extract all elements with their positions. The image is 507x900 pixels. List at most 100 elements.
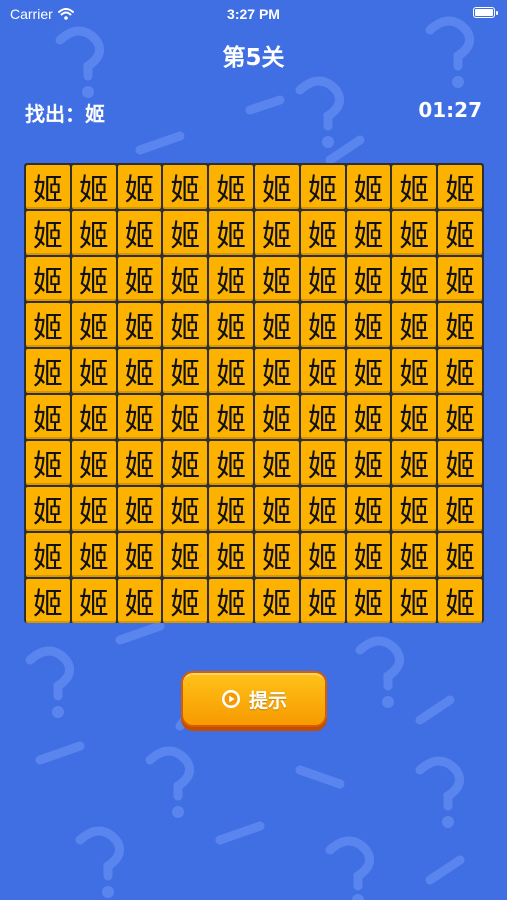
grid-tile[interactable]: 姬 xyxy=(438,395,482,439)
hint-button[interactable]: 提示 xyxy=(181,671,327,727)
grid-tile[interactable]: 姬 xyxy=(163,579,208,623)
grid-tile[interactable]: 姬 xyxy=(346,395,391,439)
grid-tile[interactable]: 姬 xyxy=(26,441,70,485)
grid-tile[interactable]: 姬 xyxy=(438,533,482,577)
grid-tile[interactable]: 姬 xyxy=(254,303,299,347)
grid-tile[interactable]: 姬 xyxy=(26,257,70,301)
grid-tile[interactable]: 姬 xyxy=(163,303,208,347)
grid-tile[interactable]: 姬 xyxy=(209,579,253,623)
grid-tile[interactable]: 姬 xyxy=(346,303,391,347)
grid-tile[interactable]: 姬 xyxy=(71,211,116,255)
grid-tile[interactable]: 姬 xyxy=(26,349,70,393)
grid-tile[interactable]: 姬 xyxy=(163,257,208,301)
grid-tile[interactable]: 姬 xyxy=(117,165,162,209)
grid-tile[interactable]: 姬 xyxy=(209,533,253,577)
grid-tile[interactable]: 姬 xyxy=(300,533,345,577)
grid-tile[interactable]: 姬 xyxy=(438,257,482,301)
grid-tile[interactable]: 姬 xyxy=(300,165,345,209)
grid-tile[interactable]: 姬 xyxy=(346,349,391,393)
grid-tile[interactable]: 姬 xyxy=(71,349,116,393)
grid-tile[interactable]: 姬 xyxy=(71,395,116,439)
grid-tile[interactable]: 姬 xyxy=(117,533,162,577)
grid-tile[interactable]: 姬 xyxy=(26,395,70,439)
grid-tile[interactable]: 姬 xyxy=(71,487,116,531)
grid-tile[interactable]: 姬 xyxy=(300,579,345,623)
grid-tile[interactable]: 姬 xyxy=(163,349,208,393)
grid-tile[interactable]: 姬 xyxy=(346,579,391,623)
grid-tile[interactable]: 姬 xyxy=(392,395,437,439)
grid-tile[interactable]: 姬 xyxy=(392,303,437,347)
grid-tile[interactable]: 姬 xyxy=(392,257,437,301)
grid-tile[interactable]: 姬 xyxy=(392,533,437,577)
grid-tile[interactable]: 姬 xyxy=(71,533,116,577)
grid-tile[interactable]: 姬 xyxy=(392,487,437,531)
grid-tile[interactable]: 姬 xyxy=(117,257,162,301)
grid-tile[interactable]: 姬 xyxy=(71,165,116,209)
grid-tile[interactable]: 姬 xyxy=(71,303,116,347)
grid-tile[interactable]: 姬 xyxy=(254,579,299,623)
grid-tile[interactable]: 姬 xyxy=(346,165,391,209)
grid-tile[interactable]: 姬 xyxy=(438,211,482,255)
grid-tile[interactable]: 姬 xyxy=(300,487,345,531)
grid-tile[interactable]: 姬 xyxy=(300,303,345,347)
grid-tile[interactable]: 姬 xyxy=(26,533,70,577)
grid-tile[interactable]: 姬 xyxy=(117,441,162,485)
grid-tile[interactable]: 姬 xyxy=(163,533,208,577)
grid-tile[interactable]: 姬 xyxy=(209,257,253,301)
grid-tile[interactable]: 姬 xyxy=(209,349,253,393)
grid-tile[interactable]: 姬 xyxy=(254,211,299,255)
grid-tile[interactable]: 姬 xyxy=(392,165,437,209)
grid-tile[interactable]: 姬 xyxy=(26,303,70,347)
grid-tile[interactable]: 姬 xyxy=(163,441,208,485)
grid-tile[interactable]: 姬 xyxy=(209,303,253,347)
grid-tile[interactable]: 姬 xyxy=(254,349,299,393)
grid-tile[interactable]: 姬 xyxy=(254,395,299,439)
grid-tile[interactable]: 姬 xyxy=(254,257,299,301)
grid-tile[interactable]: 姬 xyxy=(209,487,253,531)
grid-tile[interactable]: 姬 xyxy=(392,211,437,255)
grid-tile[interactable]: 姬 xyxy=(209,441,253,485)
grid-tile[interactable]: 姬 xyxy=(71,257,116,301)
grid-tile[interactable]: 姬 xyxy=(163,165,208,209)
grid-tile[interactable]: 姬 xyxy=(26,165,70,209)
grid-tile[interactable]: 姬 xyxy=(254,441,299,485)
grid-tile[interactable]: 姬 xyxy=(438,579,482,623)
grid-tile[interactable]: 姬 xyxy=(254,533,299,577)
grid-tile[interactable]: 姬 xyxy=(163,211,208,255)
grid-tile[interactable]: 姬 xyxy=(300,395,345,439)
grid-tile[interactable]: 姬 xyxy=(117,349,162,393)
grid-tile[interactable]: 姬 xyxy=(117,303,162,347)
grid-tile[interactable]: 姬 xyxy=(438,349,482,393)
grid-tile[interactable]: 姬 xyxy=(438,441,482,485)
grid-tile[interactable]: 姬 xyxy=(438,303,482,347)
grid-tile[interactable]: 姬 xyxy=(163,395,208,439)
grid-tile[interactable]: 姬 xyxy=(392,441,437,485)
grid-tile[interactable]: 姬 xyxy=(209,395,253,439)
grid-tile[interactable]: 姬 xyxy=(26,211,70,255)
grid-tile[interactable]: 姬 xyxy=(254,165,299,209)
grid-tile[interactable]: 姬 xyxy=(346,441,391,485)
grid-tile[interactable]: 姬 xyxy=(71,579,116,623)
grid-tile[interactable]: 姬 xyxy=(300,349,345,393)
grid-tile[interactable]: 姬 xyxy=(117,211,162,255)
grid-tile[interactable]: 姬 xyxy=(209,165,253,209)
grid-tile[interactable]: 姬 xyxy=(117,395,162,439)
grid-tile[interactable]: 姬 xyxy=(392,349,437,393)
grid-tile[interactable]: 姬 xyxy=(346,533,391,577)
grid-tile[interactable]: 姬 xyxy=(346,211,391,255)
grid-tile[interactable]: 姬 xyxy=(209,211,253,255)
grid-tile[interactable]: 姬 xyxy=(392,579,437,623)
grid-tile[interactable]: 姬 xyxy=(300,257,345,301)
grid-tile[interactable]: 姬 xyxy=(71,441,116,485)
grid-tile[interactable]: 姬 xyxy=(163,487,208,531)
grid-tile[interactable]: 姬 xyxy=(26,579,70,623)
grid-tile[interactable]: 姬 xyxy=(300,211,345,255)
grid-tile[interactable]: 姬 xyxy=(254,487,299,531)
grid-tile[interactable]: 姬 xyxy=(438,165,482,209)
grid-tile[interactable]: 姬 xyxy=(26,487,70,531)
grid-tile[interactable]: 姬 xyxy=(346,487,391,531)
grid-tile[interactable]: 姬 xyxy=(117,487,162,531)
grid-tile[interactable]: 姬 xyxy=(346,257,391,301)
grid-tile[interactable]: 姬 xyxy=(300,441,345,485)
grid-tile[interactable]: 姬 xyxy=(117,579,162,623)
